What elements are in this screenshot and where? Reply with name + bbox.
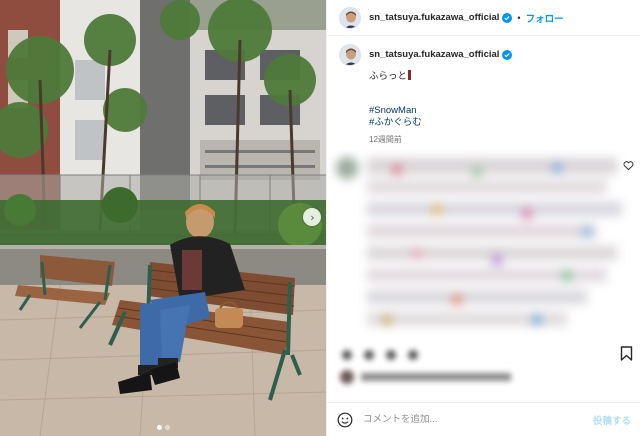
verified-badge-icon: [502, 50, 513, 60]
separator-dot: •: [517, 12, 521, 23]
text-marker: [408, 70, 412, 80]
follow-button[interactable]: フォロー: [526, 11, 564, 25]
next-slide-button[interactable]: ›: [303, 208, 321, 226]
hedge: [0, 200, 326, 252]
username[interactable]: sn_tatsuya.fukazawa_official: [369, 12, 499, 23]
post-details-panel: sn_tatsuya.fukazawa_official • フォロー sn_t…: [326, 0, 640, 436]
caption-username[interactable]: sn_tatsuya.fukazawa_official: [369, 49, 499, 60]
post-header: sn_tatsuya.fukazawa_official • フォロー: [327, 0, 640, 36]
avatar[interactable]: [339, 6, 361, 29]
verified-badge-icon: [502, 12, 513, 23]
chevron-right-icon: ›: [310, 210, 315, 224]
comment-input[interactable]: [363, 414, 593, 425]
carousel-dot-1: [156, 425, 162, 430]
hashtag-link[interactable]: #SnowMan: [369, 105, 629, 117]
smiley-icon[interactable]: [337, 412, 353, 428]
blurred-action-icons: [339, 348, 449, 360]
blurred-likes-summary: [339, 368, 539, 386]
avatar-image: [340, 45, 360, 65]
post-photo[interactable]: ›: [0, 0, 326, 436]
carousel-dot-2: [164, 425, 170, 430]
caption-text: ふらっと: [369, 70, 629, 83]
caption-text-content: ふらっと: [369, 71, 408, 82]
carousel-indicator: [0, 425, 326, 430]
comment-bar: 投稿する: [327, 402, 640, 436]
heart-outline-icon[interactable]: [623, 160, 634, 171]
blurred-comments: [327, 150, 640, 340]
photo-scene: [0, 0, 326, 436]
hashtag-link[interactable]: #ふかぐらむ: [369, 117, 629, 129]
post-comment-button[interactable]: 投稿する: [593, 413, 631, 427]
bookmark-icon[interactable]: [620, 346, 633, 361]
post-timestamp[interactable]: 12週間前: [369, 134, 629, 145]
avatar-image: [340, 7, 360, 28]
caption-avatar[interactable]: [339, 44, 361, 66]
hashtag-list: #SnowMan #ふかぐらむ: [369, 105, 629, 129]
action-bar: [327, 340, 640, 366]
caption-block: sn_tatsuya.fukazawa_official ふらっと #SnowM…: [339, 44, 629, 145]
